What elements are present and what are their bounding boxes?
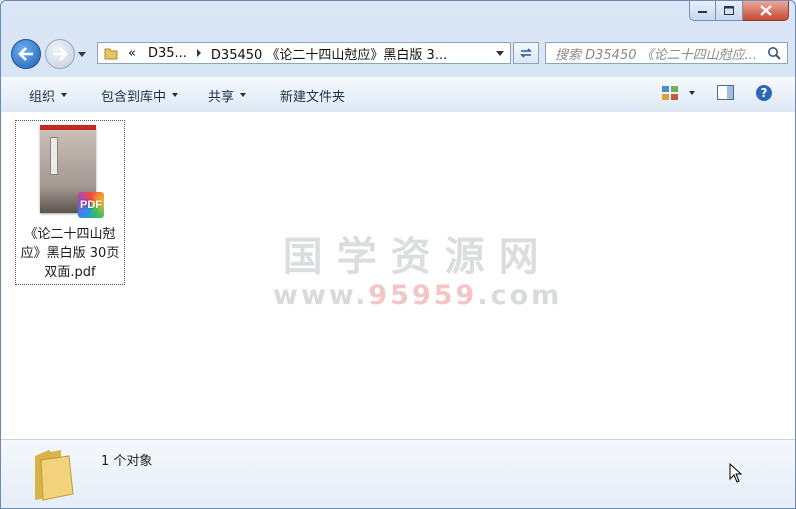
item-count: 1 个对象 [101,454,153,469]
help-icon[interactable]: ? [755,84,773,102]
breadcrumb-overflow[interactable]: « [128,46,136,61]
share-menu[interactable]: 共享 [208,86,247,105]
thumbnail-header-bar [40,125,96,130]
refresh-icon [520,48,532,58]
pdf-icon: PDF [78,192,104,218]
address-bar[interactable]: « D35... D35450 《论二十四山尅应》黑白版 3... [97,42,511,64]
chevron-down-icon [172,93,179,97]
folder-icon [104,48,118,60]
organize-label: 组织 [29,89,56,105]
chevron-down-icon [61,93,68,97]
minimize-button[interactable] [689,1,716,21]
recent-pages-dropdown[interactable] [78,51,86,57]
command-bar: 组织 包含到库中 共享 新建文件夹 ? [1,77,795,113]
watermark-url-highlight: 95959 [368,280,478,311]
forward-button[interactable] [45,39,75,69]
thumbnail-title-strip [50,137,58,175]
preview-pane-icon[interactable] [717,85,735,101]
chevron-down-icon [240,93,247,97]
details-pane: 1 个对象 [1,439,795,508]
back-arrow-icon [18,47,33,61]
refresh-button[interactable] [513,42,539,64]
watermark-title: 国学资源网 [282,234,553,280]
folder-icon [35,450,74,501]
navigation-buttons [11,37,86,71]
breadcrumb-separator-icon[interactable] [196,49,201,57]
back-button[interactable] [11,39,41,69]
view-controls: ? [661,84,773,102]
search-icon[interactable] [767,46,781,60]
change-view-icon[interactable] [661,85,679,101]
search-box[interactable]: 搜索 D35450 《论二十四山尅应... [545,42,788,64]
new-folder-label: 新建文件夹 [280,89,346,105]
maximize-button[interactable] [716,1,743,21]
organize-menu[interactable]: 组织 [29,86,68,105]
breadcrumb: « D35... D35450 《论二十四山尅应》黑白版 3... [118,44,447,63]
search-input[interactable]: 搜索 D35450 《论二十四山尅应... [555,44,760,63]
forward-arrow-icon [53,47,68,61]
watermark: 国学资源网 www.95959.com [273,224,562,311]
maximize-icon [723,5,734,15]
file-item[interactable]: PDF 《论二十四山尅应》黑白版 30页双面.pdf [15,120,125,285]
share-label: 共享 [208,89,235,105]
caption-buttons [689,1,789,21]
file-name[interactable]: 《论二十四山尅应》黑白版 30页双面.pdf [16,225,124,282]
new-folder-button[interactable]: 新建文件夹 [280,86,345,105]
breadcrumb-parent[interactable]: D35... [148,46,187,61]
include-library-label: 包含到库中 [101,89,167,105]
breadcrumb-current[interactable]: D35450 《论二十四山尅应》黑白版 3... [211,44,447,63]
view-dropdown-icon[interactable] [689,91,695,95]
watermark-url: www.95959.com [273,280,562,311]
include-in-library-menu[interactable]: 包含到库中 [101,86,179,105]
close-button[interactable] [743,1,789,21]
mouse-cursor-icon [729,463,743,483]
pdf-badge-label: PDF [80,199,102,211]
watermark-url-prefix: www. [273,280,369,311]
address-dropdown[interactable] [496,51,504,56]
svg-text:?: ? [761,86,768,100]
watermark-url-suffix: .com [477,280,563,311]
file-list[interactable]: PDF 《论二十四山尅应》黑白版 30页双面.pdf 国学资源网 www.959… [1,112,795,439]
explorer-window: « D35... D35450 《论二十四山尅应》黑白版 3... 搜索 D35… [0,0,796,509]
close-icon [759,5,772,16]
minimize-icon [697,10,707,13]
